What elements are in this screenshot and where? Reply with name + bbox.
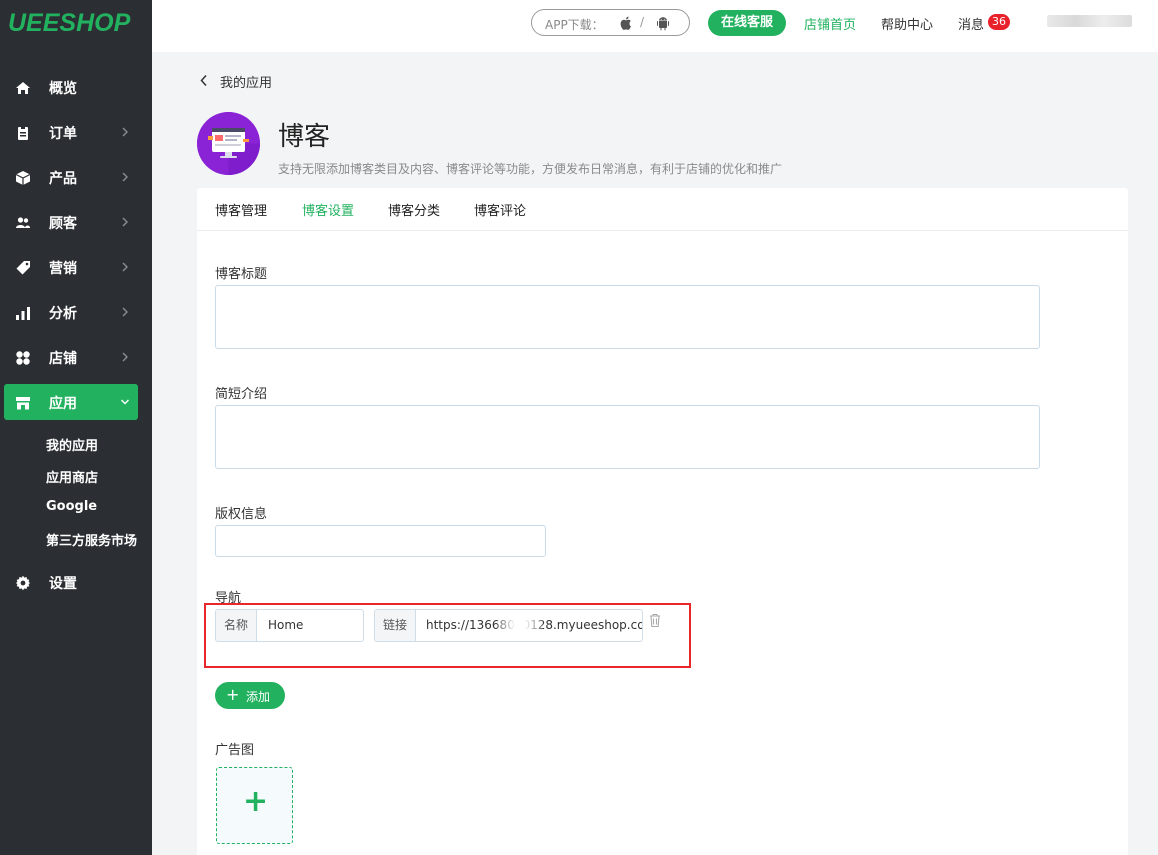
store-home-link[interactable]: 店铺首页 [804,14,856,33]
sidebar-item-label: 概览 [49,81,77,97]
android-icon[interactable] [656,15,670,31]
tab-blog-categories[interactable]: 博客分类 [388,200,440,219]
sidebar-item-customers[interactable]: 顾客 [4,204,138,240]
blog-title-input[interactable] [215,285,1040,349]
sidebar-item-label: 设置 [49,576,77,592]
tab-blog-settings[interactable]: 博客设置 [302,200,354,219]
sidebar-item-label: 营销 [49,261,77,277]
add-nav-label: 添加 [246,690,271,704]
sidebar-item-label: 应用 [49,396,77,412]
apple-icon[interactable] [619,15,633,31]
ueeshop-logo[interactable]: UEESHOP [8,6,144,40]
subnav-my-apps[interactable]: 我的应用 [46,435,98,454]
sidebar: UEESHOP 概览 订单 产品 顾客 营销 分析 店铺 应用 我的应用 应用商… [0,0,152,855]
page-title: 博客 [278,122,331,152]
tab-blog-management[interactable]: 博客管理 [215,200,267,219]
subnav-third-party-market[interactable]: 第三方服务市场 [46,530,137,549]
app-download-pill: APP下载： / [531,9,690,36]
sidebar-item-apps[interactable]: 应用 [4,384,138,420]
ad-image-upload[interactable]: + [216,767,293,844]
app-download-label: APP下载： [545,18,604,32]
plus-icon: + [226,685,240,704]
intro-input[interactable] [215,405,1040,469]
grid-icon [16,351,30,365]
blog-app-icon [197,112,260,175]
copyright-input[interactable] [215,525,546,557]
app-download-separator: / [640,15,645,29]
store-icon [16,397,30,410]
tab-blog-comments[interactable]: 博客评论 [474,200,526,219]
users-icon [16,217,30,228]
messages-link[interactable]: 消息 [958,14,984,33]
blog-title-label: 博客标题 [215,267,268,282]
chevron-right-icon [122,352,128,362]
chevron-right-icon [122,217,128,227]
chevron-right-icon [122,262,128,272]
page-description: 支持无限添加博客类目及内容、博客评论等功能，方便发布日常消息，有利于店铺的优化和… [278,162,783,176]
sidebar-item-overview[interactable]: 概览 [4,69,138,105]
sidebar-item-settings[interactable]: 设置 [4,564,138,600]
message-count-badge: 36 [988,14,1010,30]
subnav-app-store[interactable]: 应用商店 [46,467,98,486]
sidebar-item-label: 订单 [49,126,77,142]
gear-icon [15,575,31,591]
user-account-redacted[interactable] [1047,15,1132,27]
sidebar-item-products[interactable]: 产品 [4,159,138,195]
chevron-down-icon [121,399,129,405]
sidebar-item-marketing[interactable]: 营销 [4,249,138,285]
sidebar-item-store[interactable]: 店铺 [4,339,138,375]
sidebar-item-label: 顾客 [49,216,77,232]
sidebar-item-analytics[interactable]: 分析 [4,294,138,330]
help-center-link[interactable]: 帮助中心 [881,14,933,33]
logo-text: UEESHOP [8,9,131,37]
add-nav-button[interactable]: + 添加 [215,682,285,709]
tab-bar: 博客管理 博客设置 博客分类 博客评论 [197,188,1128,231]
chevron-left-icon [200,74,207,87]
home-icon [16,82,30,94]
top-bar: APP下载： / 在线客服 店铺首页 帮助中心 消息 36 [152,0,1158,52]
sidebar-item-label: 店铺 [49,351,77,367]
bar-chart-icon [16,307,30,320]
copyright-label: 版权信息 [215,507,268,522]
tag-icon [16,261,30,275]
subnav-google[interactable]: Google [46,499,97,514]
online-service-button[interactable]: 在线客服 [708,10,786,36]
sidebar-item-orders[interactable]: 订单 [4,114,138,150]
sidebar-item-label: 产品 [49,171,77,187]
ad-image-label: 广告图 [215,743,255,758]
intro-label: 简短介绍 [215,387,268,402]
back-link-label: 我的应用 [220,76,273,91]
sidebar-item-label: 分析 [49,306,77,322]
clipboard-icon [18,126,28,140]
highlight-box [204,603,691,668]
chevron-right-icon [122,127,128,137]
plus-icon: + [243,784,269,819]
cube-icon [15,171,31,185]
chevron-right-icon [122,307,128,317]
chevron-right-icon [122,172,128,182]
